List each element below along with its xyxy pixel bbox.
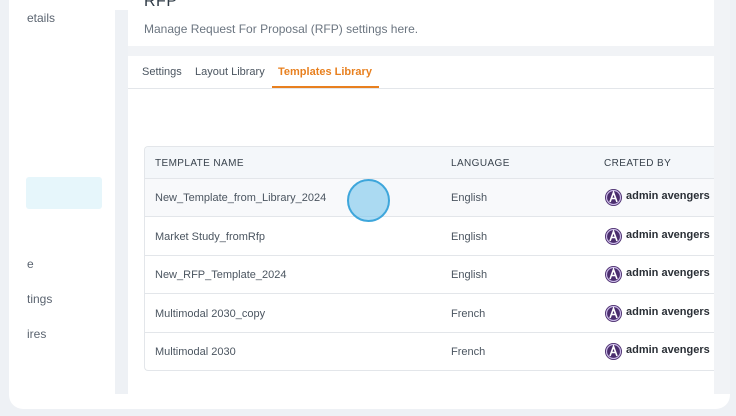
avengers-logo-icon: [605, 228, 622, 245]
tab-layout-library[interactable]: Layout Library: [195, 66, 265, 78]
sidebar: etails e tings ires: [9, 0, 115, 392]
table-row[interactable]: New_Template_from_Library_2024 English a…: [145, 179, 714, 217]
page-title: RFP: [144, 0, 178, 10]
template-language: English: [451, 192, 488, 204]
avengers-logo-icon: [605, 266, 622, 283]
template-name: New_RFP_Template_2024: [155, 269, 287, 281]
page-header: RFP Manage Request For Proposal (RFP) se…: [128, 0, 714, 46]
creator-name: admin avengers: [626, 344, 710, 356]
sidebar-item-details[interactable]: etails: [27, 11, 55, 25]
template-name: Multimodal 2030_copy: [155, 308, 266, 320]
avengers-logo-icon: [605, 189, 622, 206]
tab-templates-library[interactable]: Templates Library: [278, 66, 372, 78]
sidebar-item-questionnaires[interactable]: ires: [27, 327, 46, 341]
table-header: TEMPLATE NAME LANGUAGE CREATED BY: [145, 147, 714, 179]
creator-name: admin avengers: [626, 267, 710, 279]
avengers-logo-icon: [605, 343, 622, 360]
sidebar-divider: [115, 10, 128, 394]
template-name: New_Template_from_Library_2024: [155, 192, 327, 204]
template-name: Market Study_fromRfp: [155, 231, 266, 243]
click-indicator: [347, 179, 390, 222]
table-row[interactable]: Multimodal 2030 French admin avengers: [145, 333, 714, 370]
page-subtitle: Manage Request For Proposal (RFP) settin…: [144, 22, 419, 36]
templates-table: TEMPLATE NAME LANGUAGE CREATED BY New_Te…: [144, 146, 714, 371]
table-row[interactable]: Multimodal 2030_copy French admin avenge…: [145, 295, 714, 333]
content-panel: Settings Layout Library Templates Librar…: [128, 56, 714, 394]
column-header-created-by[interactable]: CREATED BY: [604, 158, 671, 169]
active-tab-indicator: [272, 86, 379, 88]
template-language: French: [451, 346, 486, 358]
template-language: English: [451, 231, 488, 243]
tab-settings[interactable]: Settings: [142, 66, 182, 78]
template-language: English: [451, 269, 488, 281]
creator-name: admin avengers: [626, 190, 710, 202]
sidebar-item-e[interactable]: e: [27, 257, 34, 271]
template-name: Multimodal 2030: [155, 346, 236, 358]
tab-bar: Settings Layout Library Templates Librar…: [128, 56, 714, 89]
sidebar-item-settings[interactable]: tings: [27, 292, 52, 306]
column-header-template-name[interactable]: TEMPLATE NAME: [155, 158, 244, 169]
avengers-logo-icon: [605, 305, 622, 322]
sidebar-item-active[interactable]: [26, 177, 102, 209]
column-header-language[interactable]: LANGUAGE: [451, 158, 510, 169]
creator-name: admin avengers: [626, 306, 710, 318]
template-language: French: [451, 308, 486, 320]
table-row[interactable]: Market Study_fromRfp English admin aveng…: [145, 218, 714, 256]
table-row[interactable]: New_RFP_Template_2024 English admin aven…: [145, 256, 714, 294]
creator-name: admin avengers: [626, 229, 710, 241]
